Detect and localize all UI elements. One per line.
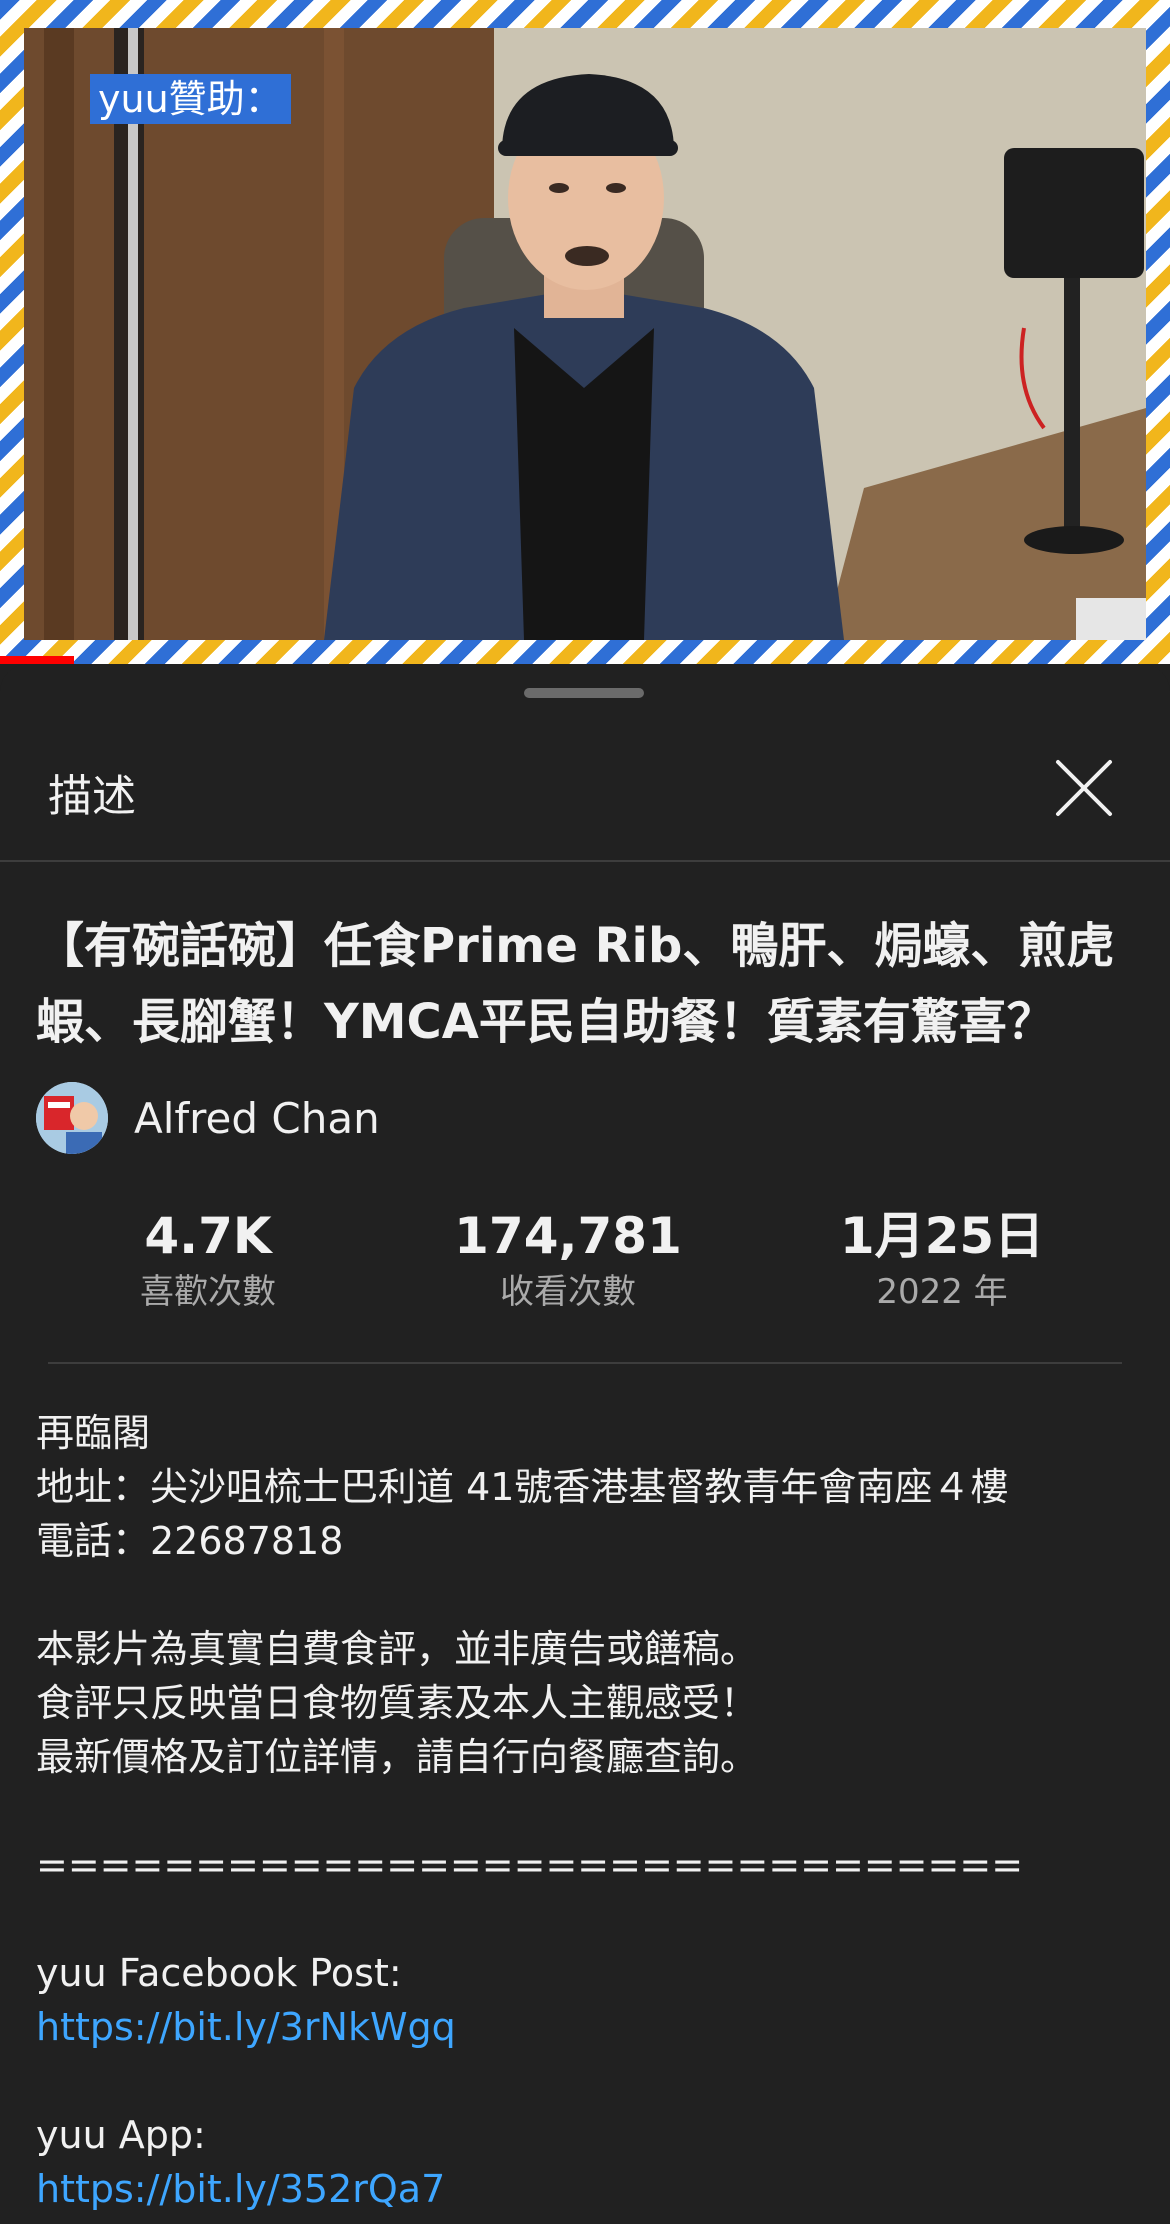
description-line: 最新價格及訂位詳情，請自行向餐廳查詢。 <box>36 1735 759 1779</box>
video-title: 【有碗話碗】任食Prime Rib、鴨肝、焗蠔、煎虎蝦、長腳蟹！YMCA平民自助… <box>36 918 1115 1050</box>
sponsor-overlay-text: yuu贊助： <box>90 74 291 124</box>
stats-row: 4.7K 喜歡次數 174,781 收看次數 1月25日 2022 年 <box>0 1204 1170 1334</box>
description-sheet: 描述 【有碗話碗】任食Prime Rib、鴨肝、焗蠔、煎虎蝦、長腳蟹！YMCA平… <box>0 664 1170 2224</box>
likes-count: 4.7K <box>144 1207 272 1265</box>
channel-avatar[interactable] <box>36 1082 108 1154</box>
description-line: 地址：尖沙咀梳士巴利道 41號香港基督教青年會南座４樓 <box>36 1465 1009 1509</box>
views-count: 174,781 <box>454 1207 682 1265</box>
description-line: 電話：22687818 <box>36 1519 344 1563</box>
views-label: 收看次數 <box>500 1272 636 1312</box>
description-line: 本影片為真實自費食評，並非廣告或饍稿。 <box>36 1627 759 1671</box>
facebook-link[interactable]: https://bit.ly/3rNkWgq <box>36 2000 1146 2054</box>
description-line: 再臨閣 <box>36 1411 151 1455</box>
channel-row[interactable]: Alfred Chan <box>36 1082 380 1154</box>
upload-date: 1月25日 <box>839 1207 1045 1265</box>
description-blank <box>36 2054 1146 2108</box>
description-line: 食評只反映當日食物質素及本人主觀感受！ <box>36 1681 759 1725</box>
app-link[interactable]: https://bit.ly/352rQa7 <box>36 2162 1146 2216</box>
upload-year: 2022 年 <box>876 1272 1008 1312</box>
description-text: 再臨閣 地址：尖沙咀梳士巴利道 41號香港基督教青年會南座４樓 電話：22687… <box>36 1406 1146 2216</box>
video-player[interactable]: yuu贊助： <box>0 0 1170 664</box>
avatar-image <box>36 1082 108 1154</box>
drag-handle[interactable] <box>524 688 644 698</box>
likes-label: 喜歡次數 <box>140 1272 276 1312</box>
facebook-label: yuu Facebook Post: <box>36 1951 402 1995</box>
video-progress-bar[interactable] <box>0 656 74 664</box>
description-blank <box>36 1568 1146 1622</box>
description-separator: =============================== <box>36 1843 1024 1887</box>
channel-name[interactable]: Alfred Chan <box>134 1094 380 1143</box>
divider <box>0 860 1170 862</box>
app-label: yuu App: <box>36 2113 206 2157</box>
date-stat: 1月25日 2022 年 <box>762 1204 1122 1316</box>
sheet-title: 描述 <box>48 771 136 822</box>
description-blank <box>36 1784 1146 1838</box>
views-stat: 174,781 收看次數 <box>388 1204 748 1316</box>
divider <box>48 1362 1122 1364</box>
description-blank <box>36 1892 1146 1946</box>
likes-stat: 4.7K 喜歡次數 <box>28 1204 388 1316</box>
close-icon <box>1056 760 1112 816</box>
video-frame[interactable]: yuu贊助： <box>24 28 1146 640</box>
close-button[interactable] <box>1052 756 1116 820</box>
